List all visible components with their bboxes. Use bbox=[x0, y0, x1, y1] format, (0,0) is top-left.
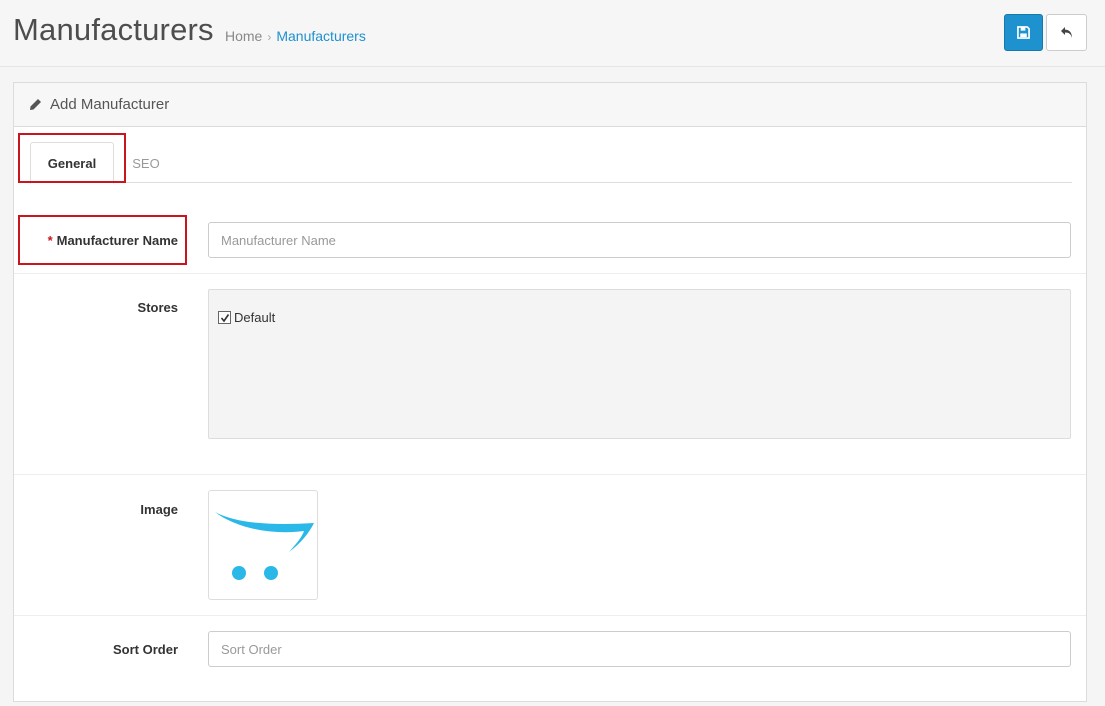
store-option-default[interactable]: Default bbox=[218, 310, 275, 325]
image-label: Image bbox=[140, 502, 178, 517]
page-header: Manufacturers Home › Manufacturers bbox=[0, 0, 1105, 67]
tab-seo[interactable]: SEO bbox=[131, 142, 161, 184]
image-thumbnail[interactable] bbox=[208, 490, 318, 600]
image-row: Image bbox=[14, 475, 1086, 616]
breadcrumb-home[interactable]: Home bbox=[225, 28, 262, 44]
check-icon bbox=[220, 313, 229, 322]
breadcrumb: Home › Manufacturers bbox=[225, 28, 366, 44]
breadcrumb-separator: › bbox=[267, 30, 272, 44]
breadcrumb-manufacturers[interactable]: Manufacturers bbox=[276, 28, 365, 44]
page-title: Manufacturers bbox=[13, 12, 214, 47]
stores-label: Stores bbox=[137, 300, 178, 315]
opencart-logo-icon bbox=[215, 512, 314, 580]
stores-row: Stores Default bbox=[14, 274, 1086, 475]
sort-order-row: Sort Order bbox=[14, 616, 1086, 706]
reply-icon bbox=[1060, 27, 1072, 38]
manufacturer-name-input[interactable] bbox=[208, 222, 1071, 258]
tab-bar: General SEO bbox=[29, 140, 1072, 184]
back-button[interactable] bbox=[1046, 14, 1087, 51]
save-icon bbox=[1017, 26, 1030, 39]
store-default-checkbox[interactable] bbox=[218, 311, 231, 324]
label-highlight-box bbox=[18, 215, 187, 265]
panel-title: Add Manufacturer bbox=[50, 96, 170, 113]
stores-well: Default bbox=[208, 289, 1071, 439]
sort-order-label: Sort Order bbox=[112, 642, 178, 657]
store-default-label: Default bbox=[234, 310, 276, 325]
sort-order-input[interactable] bbox=[208, 631, 1071, 667]
panel-heading: Add Manufacturer bbox=[14, 83, 1086, 127]
save-button[interactable] bbox=[1004, 14, 1043, 51]
add-manufacturer-panel: Add Manufacturer General SEO * Manufactur… bbox=[13, 82, 1087, 702]
pencil-icon bbox=[30, 99, 41, 110]
tab-highlight-box bbox=[18, 133, 126, 183]
